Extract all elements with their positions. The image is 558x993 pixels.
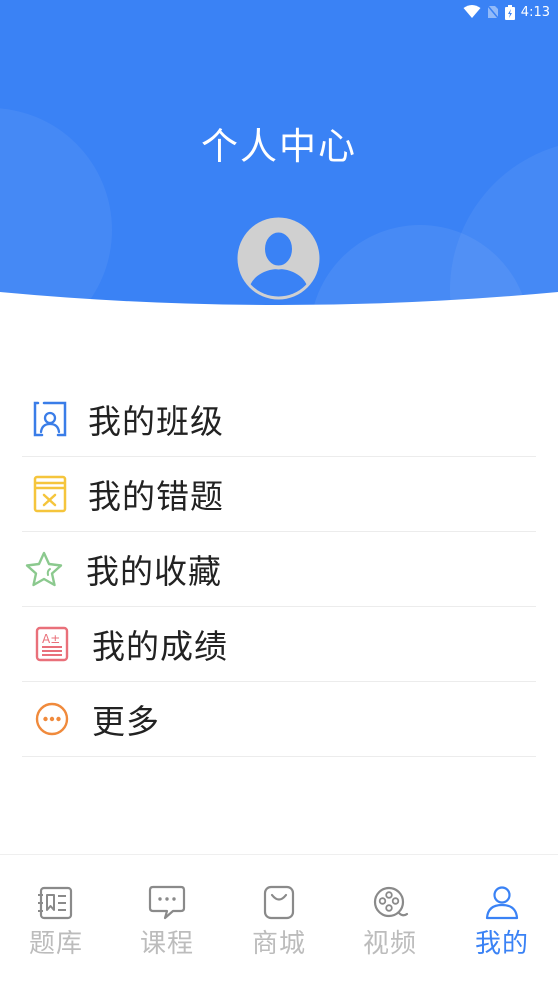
menu-item-more[interactable]: 更多	[22, 682, 536, 757]
question-bank-icon	[38, 886, 73, 920]
battery-charging-icon	[504, 4, 515, 20]
film-reel-icon	[373, 886, 409, 918]
svg-text:A±: A±	[42, 632, 60, 646]
more-icon	[32, 699, 72, 739]
profile-header: 4:13 个人中心	[0, 0, 558, 310]
menu-item-grades[interactable]: A± 我的成绩	[22, 607, 536, 682]
tab-label: 题库	[28, 929, 83, 959]
course-chat-icon	[148, 885, 186, 920]
wrong-questions-icon	[30, 474, 70, 514]
grades-icon: A±	[32, 624, 72, 664]
tab-label: 商城	[251, 929, 306, 959]
default-avatar-icon[interactable]	[237, 217, 320, 300]
status-time: 4:13	[520, 4, 550, 20]
profile-menu: 我的班级 我的错题 我的收藏 A± 我的成绩 更多	[22, 382, 536, 757]
class-icon	[30, 399, 70, 439]
menu-item-label: 更多	[92, 702, 160, 741]
menu-item-label: 我的成绩	[92, 627, 228, 666]
tab-question-bank[interactable]: 题库	[1, 885, 111, 965]
no-sim-icon	[487, 5, 499, 19]
shop-bag-icon	[263, 885, 295, 920]
menu-item-favorites[interactable]: 我的收藏	[22, 532, 536, 607]
tab-label: 视频	[362, 929, 417, 959]
status-bar: 4:13	[463, 0, 558, 24]
menu-item-label: 我的班级	[88, 402, 224, 441]
tab-label: 我的	[474, 929, 529, 959]
profile-icon	[485, 886, 519, 920]
menu-item-my-class[interactable]: 我的班级	[22, 382, 536, 457]
wifi-icon	[463, 5, 481, 18]
tab-mine[interactable]: 我的	[447, 885, 557, 965]
tab-label: 课程	[139, 929, 194, 959]
bottom-tab-bar: 题库 课程 商城 视频 我的	[0, 854, 558, 993]
menu-item-label: 我的错题	[88, 477, 224, 516]
star-icon	[24, 549, 64, 589]
tab-shop[interactable]: 商城	[224, 885, 334, 965]
tab-video[interactable]: 视频	[335, 885, 445, 965]
tab-course[interactable]: 课程	[112, 885, 222, 965]
menu-item-label: 我的收藏	[86, 552, 222, 591]
page-title: 个人中心	[201, 125, 357, 168]
menu-item-wrong-questions[interactable]: 我的错题	[22, 457, 536, 532]
